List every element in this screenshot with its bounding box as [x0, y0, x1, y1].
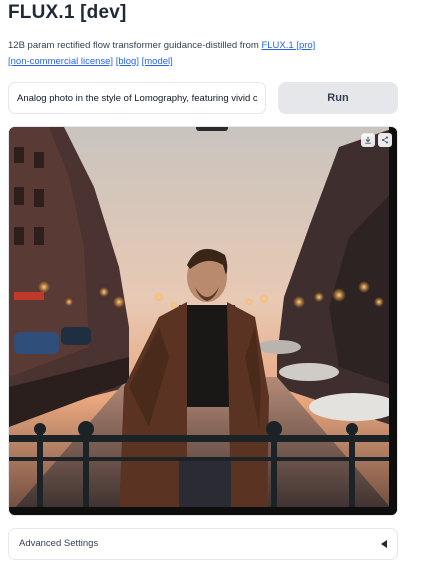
result-image-panel	[8, 126, 398, 516]
result-image	[9, 127, 397, 515]
download-icon[interactable]	[361, 133, 375, 147]
link-flux-pro[interactable]: FLUX.1 [pro]	[261, 40, 315, 51]
link-license[interactable]: [non-commercial license]	[8, 56, 113, 67]
share-icon[interactable]	[378, 133, 392, 147]
advanced-settings-accordion[interactable]: Advanced Settings	[8, 528, 398, 560]
prompt-input[interactable]	[8, 82, 266, 114]
link-blog[interactable]: [blog]	[116, 56, 139, 67]
image-label-tab	[196, 127, 228, 131]
caret-left-icon	[381, 540, 387, 548]
advanced-settings-label: Advanced Settings	[19, 538, 99, 549]
run-button[interactable]: Run	[278, 82, 398, 114]
link-model[interactable]: [model]	[142, 56, 173, 67]
description-text: 12B param rectified flow transformer gui…	[8, 40, 262, 51]
page-title: FLUX.1 [dev]	[8, 2, 127, 23]
model-description: 12B param rectified flow transformer gui…	[8, 38, 408, 70]
